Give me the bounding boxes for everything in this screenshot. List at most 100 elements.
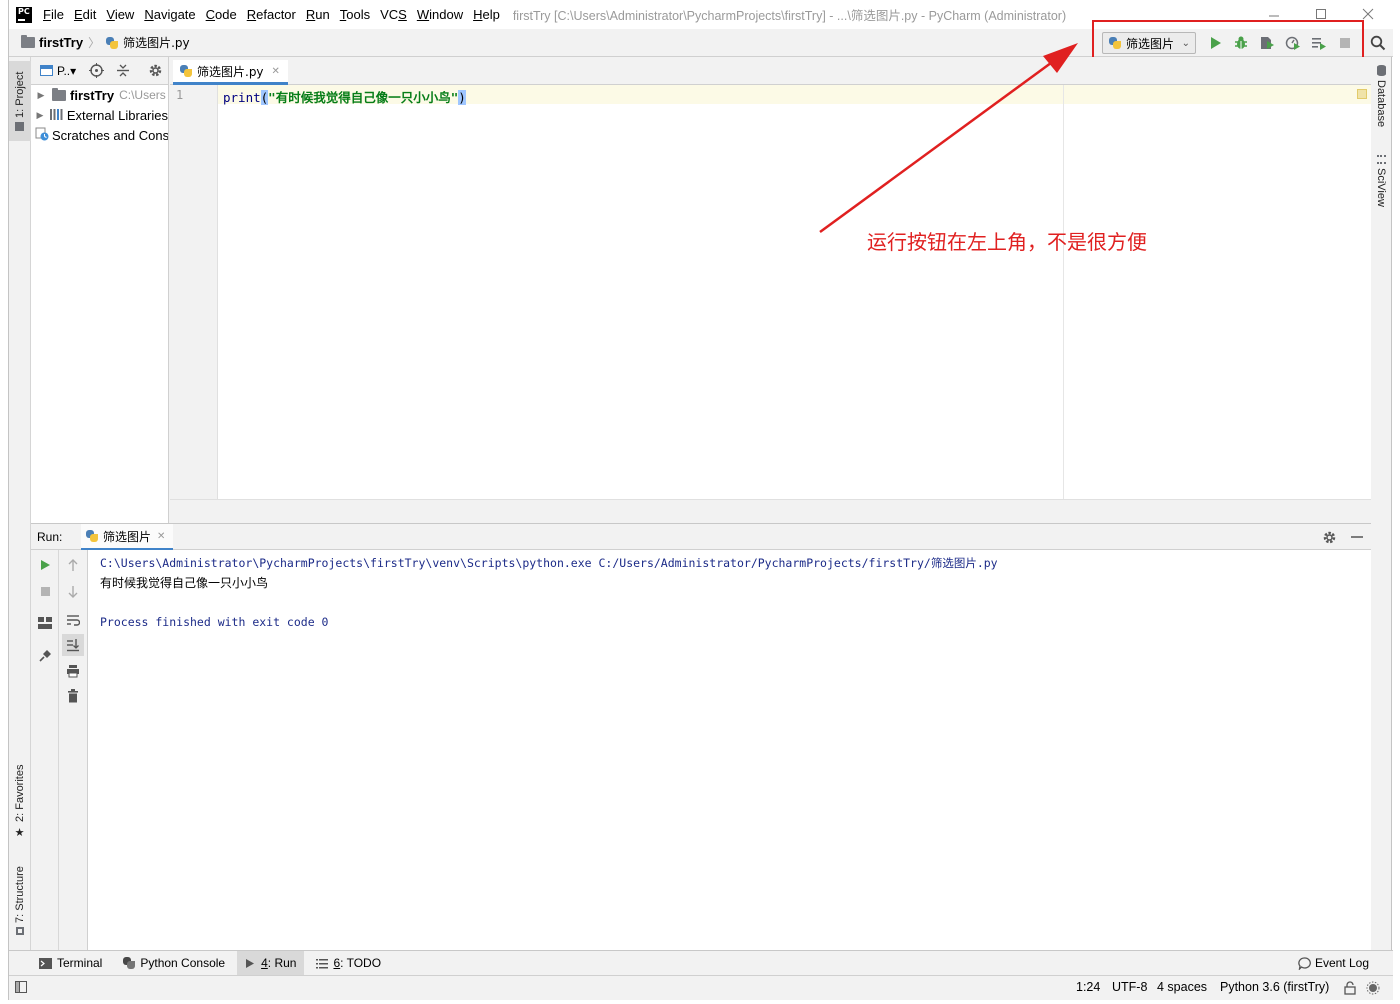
tree-item-external-libraries[interactable]: ▶ External Libraries [31, 105, 168, 125]
rerun-button[interactable] [36, 556, 54, 574]
collapse-all-icon[interactable] [116, 63, 130, 82]
python-file-icon [179, 64, 193, 78]
project-panel-toolbar: P..▾ [31, 57, 168, 85]
project-view-select[interactable]: P..▾ [57, 64, 76, 78]
restore-layout-icon[interactable] [36, 614, 54, 632]
breadcrumb-separator-icon: 〉 [88, 36, 101, 50]
pycharm-window: PC File Edit View Navigate Code Refactor… [8, 0, 1393, 1000]
console-command-line: C:\Users\Administrator\PycharmProjects\f… [100, 556, 998, 570]
tool-tab-event-log[interactable]: Event Log [1290, 951, 1377, 976]
toggle-tool-windows-icon[interactable] [15, 981, 27, 996]
bottom-tool-window-bar: Terminal Python Console 4: Run 6: TODO E… [9, 950, 1393, 976]
tool-tab-structure[interactable]: 7: Structure [9, 859, 31, 943]
hide-panel-icon[interactable] [1350, 530, 1364, 548]
code-editor[interactable]: print("有时候我觉得自己像一只小小鸟") [218, 85, 1371, 499]
console-exit-line: Process finished with exit code 0 [100, 615, 329, 629]
scratches-icon [35, 127, 49, 144]
tree-item-project[interactable]: ▶ firstTry C:\Users [31, 85, 168, 105]
file-encoding[interactable]: UTF-8 [1112, 980, 1147, 994]
run-tab[interactable]: 筛选图片 ✕ [81, 524, 174, 551]
editor-tab-file[interactable]: 筛选图片.py ✕ [173, 60, 288, 85]
python-interpreter[interactable]: Python 3.6 (firstTry) [1220, 980, 1329, 994]
annotation-text: 运行按钮在左上角，不是很方便 [867, 230, 1147, 254]
tool-tab-sciview[interactable]: SciView [1370, 155, 1392, 215]
status-bar: 1:24 UTF-8 4 spaces Python 3.6 (firstTry… [9, 975, 1393, 1000]
arrow-down-icon[interactable] [64, 583, 82, 601]
menu-run[interactable]: Run [306, 7, 330, 22]
breadcrumb-project[interactable]: firstTry [39, 35, 83, 50]
run-console-output[interactable]: C:\Users\Administrator\PycharmProjects\f… [88, 550, 1371, 950]
expand-arrow-icon[interactable]: ▶ [34, 110, 46, 121]
close-tab-icon[interactable]: ✕ [272, 66, 280, 77]
left-tool-strip: 1: Project ★ 2: Favorites 7: Structure [9, 57, 31, 950]
project-panel: P..▾ ▶ firstTry C:\Users ▶ External Libr… [31, 57, 169, 523]
python-file-icon [105, 36, 119, 50]
console-output-line: 有时候我觉得自己像一只小小鸟 [100, 576, 269, 590]
menu-refactor[interactable]: Refactor [247, 7, 296, 22]
todo-list-icon [316, 958, 329, 968]
tool-tab-favorites[interactable]: ★ 2: Favorites [9, 757, 31, 847]
folder-icon [15, 121, 25, 131]
project-view-icon [40, 65, 53, 76]
editor-gutter: 1 [170, 85, 218, 499]
event-log-icon [1298, 956, 1311, 970]
database-icon [1376, 65, 1386, 76]
pycharm-logo-icon: PC [16, 6, 32, 23]
stop-button[interactable] [36, 582, 54, 600]
run-panel-actions [31, 550, 59, 950]
structure-icon [16, 927, 24, 936]
tool-tab-project[interactable]: 1: Project [9, 61, 31, 141]
menu-view[interactable]: View [106, 7, 134, 22]
menu-help[interactable]: Help [473, 7, 500, 22]
pin-tab-icon[interactable] [36, 647, 54, 665]
code-line[interactable]: print("有时候我觉得自己像一只小小鸟") [223, 87, 466, 106]
soft-wrap-icon[interactable] [64, 611, 82, 629]
sciview-icon [1376, 155, 1386, 164]
tool-tab-python-console[interactable]: Python Console [114, 951, 233, 976]
menu-vcs[interactable]: VCS [380, 7, 407, 22]
right-tool-strip: Database SciView [1369, 57, 1391, 950]
tool-tab-terminal[interactable]: Terminal [31, 951, 110, 976]
caret-position[interactable]: 1:24 [1076, 980, 1100, 994]
expand-arrow-icon[interactable]: ▶ [34, 90, 48, 101]
right-margin-guide [1063, 85, 1064, 499]
menu-file[interactable]: File [43, 7, 64, 22]
run-icon [246, 958, 255, 968]
library-icon [49, 108, 64, 123]
menu-tools[interactable]: Tools [340, 7, 370, 22]
memory-indicator-icon[interactable] [1366, 981, 1380, 998]
run-panel-label: Run: [37, 529, 63, 544]
arrow-up-icon[interactable] [64, 556, 82, 574]
menu-code[interactable]: Code [206, 7, 237, 22]
inspection-marker-icon[interactable] [1357, 89, 1367, 99]
line-number: 1 [176, 88, 184, 102]
python-console-icon [122, 956, 136, 970]
console-actions [59, 550, 88, 950]
python-file-icon [85, 529, 99, 543]
menu-window[interactable]: Window [417, 7, 463, 22]
settings-gear-icon[interactable] [148, 63, 163, 82]
settings-gear-icon[interactable] [1322, 530, 1337, 549]
menu-navigate[interactable]: Navigate [144, 7, 195, 22]
run-panel-header: Run: 筛选图片 ✕ [31, 523, 1371, 551]
trash-icon[interactable] [64, 687, 82, 705]
tool-tab-database[interactable]: Database [1370, 65, 1392, 137]
editor-horizontal-scrollbar[interactable] [170, 499, 1371, 523]
search-everywhere-icon[interactable] [1369, 34, 1387, 52]
lock-icon[interactable] [1344, 981, 1356, 998]
tool-tab-todo[interactable]: 6: TODO [308, 951, 389, 976]
indent-setting[interactable]: 4 spaces [1157, 980, 1207, 994]
close-tab-icon[interactable]: ✕ [157, 531, 165, 542]
tool-tab-run[interactable]: 4: Run [237, 950, 305, 976]
star-icon: ★ [13, 826, 26, 840]
print-icon[interactable] [64, 662, 82, 680]
tree-item-scratches[interactable]: Scratches and Consoles [31, 125, 168, 145]
menu-edit[interactable]: Edit [74, 7, 96, 22]
editor-tab-bar: 筛选图片.py ✕ [170, 57, 1371, 85]
scroll-to-end-icon[interactable] [62, 634, 84, 656]
locate-file-icon[interactable] [89, 63, 104, 82]
folder-icon [21, 35, 35, 48]
breadcrumb-file[interactable]: 筛选图片.py [123, 34, 190, 51]
terminal-icon [39, 957, 52, 969]
window-title: firstTry [C:\Users\Administrator\Pycharm… [512, 9, 1067, 23]
